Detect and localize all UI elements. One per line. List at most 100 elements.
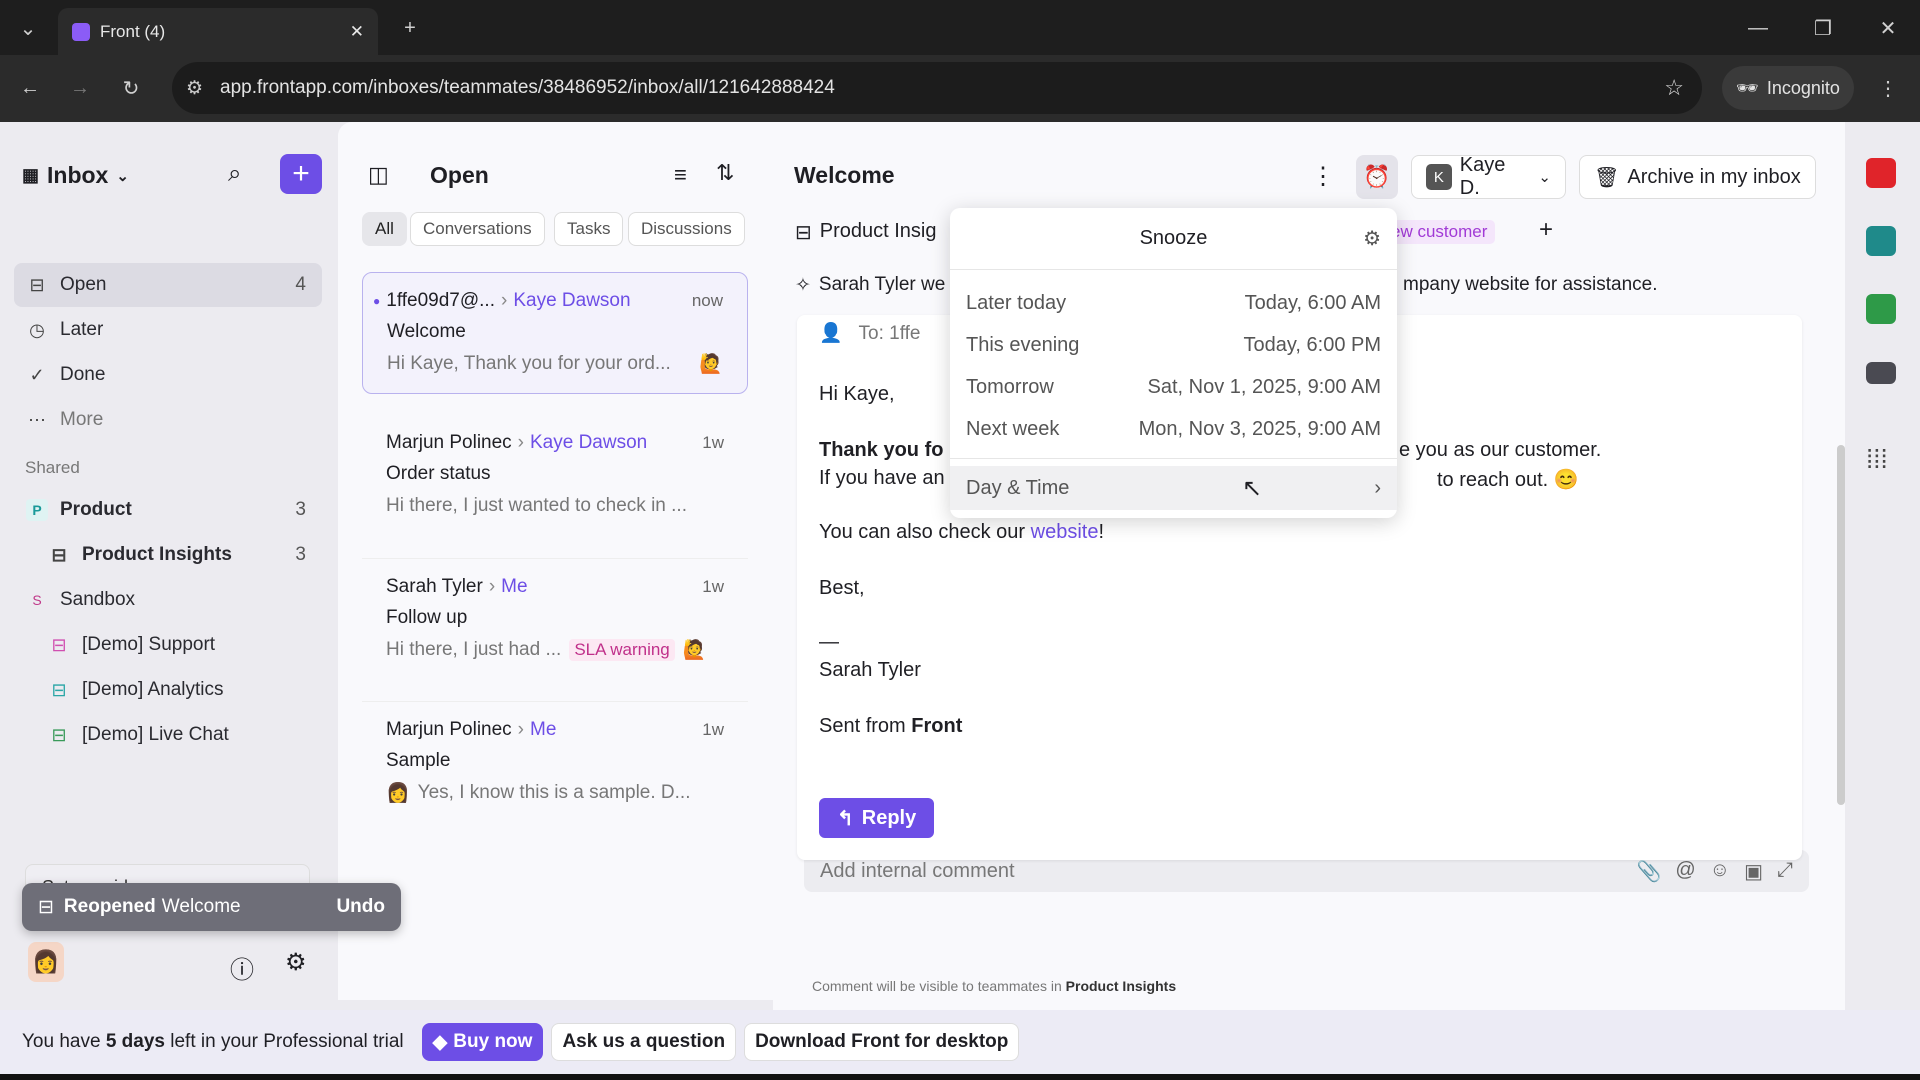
filter-icon[interactable]: ≡ xyxy=(674,162,687,188)
gif-icon[interactable]: ▣ xyxy=(1744,859,1763,884)
inbox-icon: ⊟ xyxy=(48,679,70,701)
snooze-alarm-icon[interactable]: ⏰ xyxy=(1356,155,1398,199)
snooze-option-this-evening[interactable]: This eveningToday, 6:00 PM xyxy=(950,324,1397,366)
option-value: Today, 6:00 AM xyxy=(1245,292,1381,315)
sidebar-item-demo-live-chat[interactable]: ⊟[Demo] Live Chat xyxy=(14,713,322,757)
label: More xyxy=(60,409,103,431)
snooze-option-day-time[interactable]: Day & Time› xyxy=(950,466,1397,510)
address-bar[interactable]: ⚙ app.frontapp.com/inboxes/teammates/384… xyxy=(172,62,1702,114)
add-tag-icon[interactable]: + xyxy=(1539,216,1553,244)
label: Sandbox xyxy=(60,589,135,611)
tab-search-icon[interactable]: ⌄ xyxy=(10,10,46,46)
new-customer-tag[interactable]: ew customer xyxy=(1383,220,1495,244)
sender: Sarah Tyler xyxy=(386,576,483,598)
assignee-avatar: K xyxy=(1426,164,1452,190)
inbox-switcher[interactable]: ▦ Inbox ⌄ xyxy=(22,162,129,189)
minimize-icon[interactable]: — xyxy=(1740,10,1776,46)
sidebar-item-open[interactable]: ⊟Open4 xyxy=(14,263,322,307)
reply-button[interactable]: ↰Reply xyxy=(819,798,934,838)
back-icon[interactable]: ← xyxy=(12,70,48,106)
apps-grid-icon[interactable]: ⁞⁞⁞ xyxy=(1866,444,1888,475)
browser-menu-icon[interactable]: ⋮ xyxy=(1870,70,1906,106)
product-badge-icon: P xyxy=(26,499,48,521)
conversation-title: Welcome xyxy=(794,162,895,189)
close-window-icon[interactable]: ✕ xyxy=(1870,10,1906,46)
label: Product Insights xyxy=(82,544,232,566)
avatar-icon: 👩 xyxy=(386,781,410,805)
option-value: Mon, Nov 3, 2025, 9:00 AM xyxy=(1139,418,1381,441)
conversation-item[interactable]: Sarah Tyler›Me1w Follow up Hi there, I j… xyxy=(362,558,748,679)
bookmark-star-icon[interactable]: ☆ xyxy=(1664,75,1684,101)
keyboard-icon[interactable] xyxy=(1866,362,1896,384)
site-info-icon[interactable]: ⚙ xyxy=(186,77,203,100)
emoji-icon[interactable]: ☺ xyxy=(1710,859,1730,884)
sidebar-item-demo-support[interactable]: ⊟[Demo] Support xyxy=(14,623,322,667)
snooze-option-next-week[interactable]: Next weekMon, Nov 3, 2025, 9:00 AM xyxy=(950,408,1397,450)
sent-from: Sent from xyxy=(819,715,911,737)
sidebar-item-more[interactable]: ⋯More xyxy=(14,398,322,442)
archive-button[interactable]: 🗑 Archive in my inbox xyxy=(1579,155,1816,199)
knowledge-base-icon[interactable] xyxy=(1866,294,1896,324)
sort-icon[interactable]: ⇅ xyxy=(716,160,734,186)
filter-discussions[interactable]: Discussions xyxy=(628,212,745,246)
contacts-icon[interactable] xyxy=(1866,226,1896,256)
browser-tab-strip: ⌄ Front (4) ✕ + — ❐ ✕ xyxy=(0,0,1920,55)
user-avatar[interactable]: 👩 xyxy=(28,942,64,982)
preview: Hi Kaye, Thank you for your ord... xyxy=(387,353,671,375)
website-link[interactable]: website xyxy=(1031,521,1099,543)
buy-now-button[interactable]: ◆Buy now xyxy=(422,1023,544,1061)
search-icon[interactable]: ⌕ xyxy=(228,160,241,188)
new-tab-icon[interactable]: + xyxy=(392,10,428,46)
attachment-icon[interactable]: 📎 xyxy=(1636,859,1661,884)
reload-icon[interactable]: ↻ xyxy=(113,70,149,106)
label: Open xyxy=(60,274,106,296)
preview: Hi there, I just had ... xyxy=(386,639,561,661)
ask-question-button[interactable]: Ask us a question xyxy=(551,1023,736,1061)
undo-button[interactable]: Undo xyxy=(336,896,385,918)
label: Product xyxy=(60,499,132,521)
sidebar-item-done[interactable]: ✓Done xyxy=(14,353,322,397)
sidebar-item-product[interactable]: PProduct3 xyxy=(14,488,322,532)
calendar-icon[interactable] xyxy=(1866,158,1896,188)
incognito-icon: 🕶 xyxy=(1736,78,1759,99)
email-line: Thank you fo xyxy=(819,439,943,462)
sidebar-item-later[interactable]: ◷Later xyxy=(14,308,322,352)
assignee-dropdown[interactable]: K Kaye D. ⌄ xyxy=(1411,155,1566,199)
filter-tasks[interactable]: Tasks xyxy=(554,212,623,246)
help-icon[interactable]: ⓘ xyxy=(230,950,254,985)
browser-tab[interactable]: Front (4) ✕ xyxy=(58,8,378,55)
option-value: Sat, Nov 1, 2025, 9:00 AM xyxy=(1148,376,1381,399)
sidebar-item-demo-analytics[interactable]: ⊟[Demo] Analytics xyxy=(14,668,322,712)
snooze-settings-gear-icon[interactable]: ⚙ xyxy=(1363,226,1381,251)
toast-subject: Welcome xyxy=(162,896,241,918)
filter-all[interactable]: All xyxy=(362,212,407,246)
sidebar-item-product-insights[interactable]: ⊟Product Insights3 xyxy=(14,533,322,577)
sidebar-item-sandbox[interactable]: SSandbox xyxy=(14,578,322,622)
forward-icon[interactable]: → xyxy=(62,70,98,106)
scrollbar[interactable] xyxy=(1837,337,1845,927)
mention-icon[interactable]: @ xyxy=(1675,859,1695,884)
divider xyxy=(950,458,1397,459)
t1: You have xyxy=(22,1031,106,1052)
sender-avatar-icon: 👤 xyxy=(819,323,843,344)
filter-conversations[interactable]: Conversations xyxy=(410,212,545,246)
conversation-item[interactable]: ●1ffe09d7@...›Kaye Dawsonnow Welcome Hi … xyxy=(362,272,748,394)
snooze-option-tomorrow[interactable]: TomorrowSat, Nov 1, 2025, 9:00 AM xyxy=(950,366,1397,408)
download-desktop-button[interactable]: Download Front for desktop xyxy=(744,1023,1019,1061)
arrow-icon: › xyxy=(518,432,524,454)
option-value: Today, 6:00 PM xyxy=(1244,334,1381,357)
conversation-item[interactable]: Marjun Polinec›Kaye Dawson1w Order statu… xyxy=(362,415,748,535)
settings-gear-icon[interactable]: ⚙ xyxy=(285,948,307,977)
more-options-icon[interactable]: ⋮ xyxy=(1311,162,1335,191)
incognito-badge[interactable]: 🕶 Incognito xyxy=(1722,66,1854,110)
toggle-sidebar-icon[interactable]: ◫ xyxy=(368,162,389,188)
expand-icon[interactable]: ⤢ xyxy=(1777,859,1793,884)
conversation-item[interactable]: Marjun Polinec›Me1w Sample 👩Yes, I know … xyxy=(362,701,748,822)
restore-icon[interactable]: ❐ xyxy=(1805,10,1841,46)
close-tab-icon[interactable]: ✕ xyxy=(350,22,364,42)
snooze-option-later-today[interactable]: Later todayToday, 6:00 AM xyxy=(950,282,1397,324)
compose-button[interactable]: + xyxy=(280,154,322,194)
summary-text: Sarah Tyler we xyxy=(819,274,945,297)
inbox-tag[interactable]: ⊟Product Insig xyxy=(795,220,937,245)
sender: Marjun Polinec xyxy=(386,432,512,454)
